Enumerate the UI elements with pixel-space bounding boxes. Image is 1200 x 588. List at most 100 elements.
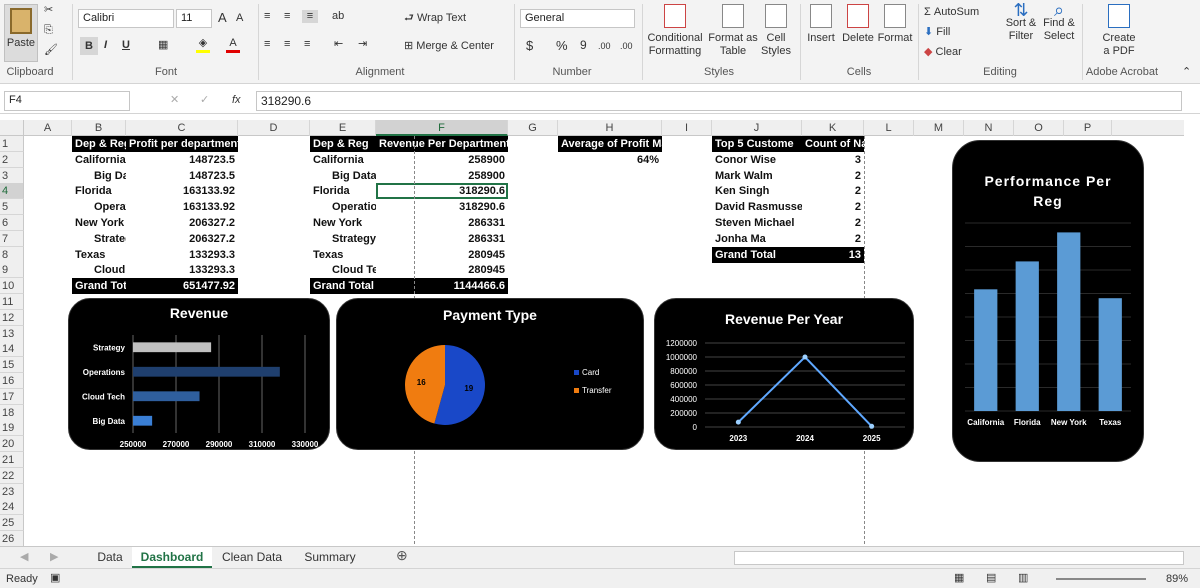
row-header-9[interactable]: 9 bbox=[0, 262, 24, 279]
pivot-row-value[interactable]: 318290.6 bbox=[376, 199, 508, 215]
column-header-e[interactable]: E bbox=[310, 120, 376, 136]
next-sheet-icon[interactable]: ▶ bbox=[50, 551, 58, 564]
pivot-row-label[interactable]: Operations bbox=[72, 199, 126, 215]
customer-name[interactable]: Ken Singh bbox=[712, 183, 802, 199]
pivot-row-label[interactable]: Florida bbox=[310, 183, 376, 199]
row-header-26[interactable]: 26 bbox=[0, 531, 24, 547]
pivot-row-label[interactable]: New York bbox=[310, 215, 376, 231]
avg-profit-margin-value[interactable]: 64% bbox=[558, 152, 662, 168]
column-header-d[interactable]: D bbox=[238, 120, 310, 136]
column-header-p[interactable]: P bbox=[1064, 120, 1112, 136]
customer-name[interactable]: Conor Wise bbox=[712, 152, 802, 168]
row-header-19[interactable]: 19 bbox=[0, 420, 24, 437]
column-header-b[interactable]: B bbox=[72, 120, 126, 136]
prev-sheet-icon[interactable]: ◀ bbox=[20, 551, 28, 564]
row-header-16[interactable]: 16 bbox=[0, 373, 24, 389]
pivot-header-label[interactable]: Dep & Reg bbox=[310, 136, 376, 152]
column-header-j[interactable]: J bbox=[712, 120, 802, 136]
pivot-row-value[interactable]: 258900 bbox=[376, 152, 508, 168]
function-button[interactable]: fx bbox=[232, 94, 241, 107]
horizontal-scrollbar[interactable] bbox=[734, 551, 1184, 565]
pivot-row-value[interactable]: 133293.3 bbox=[126, 262, 238, 278]
pivot-row-value[interactable]: 280945 bbox=[376, 247, 508, 263]
orientation-icon[interactable]: ab bbox=[332, 10, 344, 23]
bold-button[interactable]: B bbox=[80, 37, 98, 55]
number-format-select[interactable]: General bbox=[520, 9, 635, 28]
paste-button[interactable]: Paste bbox=[4, 4, 38, 62]
customer-count[interactable]: 2 bbox=[802, 215, 864, 231]
pivot-row-value[interactable]: 133293.3 bbox=[126, 247, 238, 263]
comma-button[interactable]: 9 bbox=[580, 39, 587, 52]
pivot-row-label[interactable]: Strategy bbox=[72, 231, 126, 247]
create-pdf-button[interactable]: Create a PDF bbox=[1094, 4, 1144, 58]
format-as-table-button[interactable]: Format as Table bbox=[706, 4, 760, 58]
sheet-tab-dashboard[interactable]: Dashboard bbox=[132, 547, 212, 568]
column-header-n[interactable]: N bbox=[964, 120, 1014, 136]
row-header-20[interactable]: 20 bbox=[0, 436, 24, 453]
wrap-text-button[interactable]: ⮐ Wrap Text bbox=[404, 12, 466, 25]
payment-type-chart[interactable]: Payment Type 19 16 Card Transfer bbox=[336, 298, 644, 450]
row-header-1[interactable]: 1 bbox=[0, 136, 24, 152]
sheet-tab-clean-data[interactable]: Clean Data bbox=[212, 547, 292, 568]
font-color-icon[interactable]: A bbox=[226, 37, 240, 53]
column-header-g[interactable]: G bbox=[508, 120, 558, 136]
underline-button[interactable]: U bbox=[122, 39, 130, 52]
font-size-select[interactable]: 11 bbox=[176, 9, 212, 28]
pivot-row-label[interactable]: New York bbox=[72, 215, 126, 231]
pivot-row-label[interactable]: California bbox=[72, 152, 126, 168]
merge-center-button[interactable]: ⊞ Merge & Center bbox=[404, 40, 494, 53]
italic-button[interactable]: I bbox=[104, 39, 107, 52]
outdent-icon[interactable]: ⇥ bbox=[358, 38, 367, 51]
pivot-row-label[interactable]: Cloud Tech bbox=[310, 262, 376, 278]
row-header-13[interactable]: 13 bbox=[0, 325, 24, 342]
row-header-6[interactable]: 6 bbox=[0, 215, 24, 231]
page-break-icon[interactable]: ▥ bbox=[1018, 572, 1028, 585]
column-header-o[interactable]: O bbox=[1014, 120, 1064, 136]
row-header-12[interactable]: 12 bbox=[0, 309, 24, 326]
align-bottom-icon[interactable]: ≡ bbox=[302, 10, 318, 23]
format-painter-icon[interactable]: 🖌 bbox=[44, 44, 58, 57]
pivot-row-label[interactable]: Operations bbox=[310, 199, 376, 215]
pivot-row-value[interactable]: 280945 bbox=[376, 262, 508, 278]
customer-name[interactable]: Mark Walm bbox=[712, 168, 802, 184]
pivot-row-label[interactable]: Big Data bbox=[72, 168, 126, 184]
pivot-header-value[interactable]: Revenue Per Department bbox=[376, 136, 508, 152]
customer-name[interactable]: David Rasmussen bbox=[712, 199, 802, 215]
pivot-row-label[interactable]: Cloud Tech bbox=[72, 262, 126, 278]
row-header-3[interactable]: 3 bbox=[0, 167, 24, 184]
align-middle-icon[interactable]: ≡ bbox=[284, 10, 290, 23]
customer-name[interactable]: Steven Michael bbox=[712, 215, 802, 231]
insert-button[interactable]: Insert bbox=[806, 4, 836, 45]
increase-decimal-button[interactable]: .00 bbox=[598, 40, 611, 53]
pivot-row-label[interactable]: Florida bbox=[72, 183, 126, 199]
pivot-total-label[interactable]: Grand Total bbox=[72, 278, 126, 295]
page-layout-icon[interactable]: ▤ bbox=[986, 572, 996, 585]
cancel-icon[interactable]: ✕ bbox=[170, 94, 179, 107]
normal-view-icon[interactable]: ▦ bbox=[954, 572, 964, 585]
avg-profit-margin-header[interactable]: Average of Profit Margin bbox=[558, 136, 662, 152]
grow-font-button[interactable]: A bbox=[218, 11, 227, 24]
pivot-row-label[interactable]: California bbox=[310, 152, 376, 168]
pivot-row-label[interactable]: Big Data bbox=[310, 168, 376, 184]
column-header-k[interactable]: K bbox=[802, 120, 864, 136]
row-header-10[interactable]: 10 bbox=[0, 278, 24, 295]
formula-input[interactable]: 318290.6 bbox=[256, 91, 1182, 111]
currency-button[interactable]: $ bbox=[526, 39, 533, 52]
add-sheet-icon[interactable]: ⊕ bbox=[396, 548, 408, 562]
revenue-per-year-chart[interactable]: Revenue Per Year 1200000 1000000 800000 600… bbox=[654, 298, 914, 450]
cut-icon[interactable]: ✂ bbox=[44, 4, 53, 17]
customer-name[interactable]: Jonha Ma bbox=[712, 231, 802, 247]
column-header-i[interactable]: I bbox=[662, 120, 712, 136]
pivot-row-label[interactable]: Strategy bbox=[310, 231, 376, 247]
clear-button[interactable]: ◆ Clear bbox=[924, 46, 962, 59]
top-customers-total-value[interactable]: 13 bbox=[802, 246, 864, 263]
row-header-2[interactable]: 2 bbox=[0, 151, 24, 168]
row-header-7[interactable]: 7 bbox=[0, 230, 24, 247]
delete-button[interactable]: Delete bbox=[840, 4, 876, 45]
pivot-row-label[interactable]: Texas bbox=[72, 247, 126, 263]
macro-record-icon[interactable]: ▣ bbox=[50, 572, 60, 585]
fill-button[interactable]: ⬇ Fill bbox=[924, 26, 950, 39]
row-header-21[interactable]: 21 bbox=[0, 452, 24, 468]
percent-button[interactable]: % bbox=[556, 39, 568, 52]
pivot-total-label[interactable]: Grand Total bbox=[310, 278, 376, 295]
